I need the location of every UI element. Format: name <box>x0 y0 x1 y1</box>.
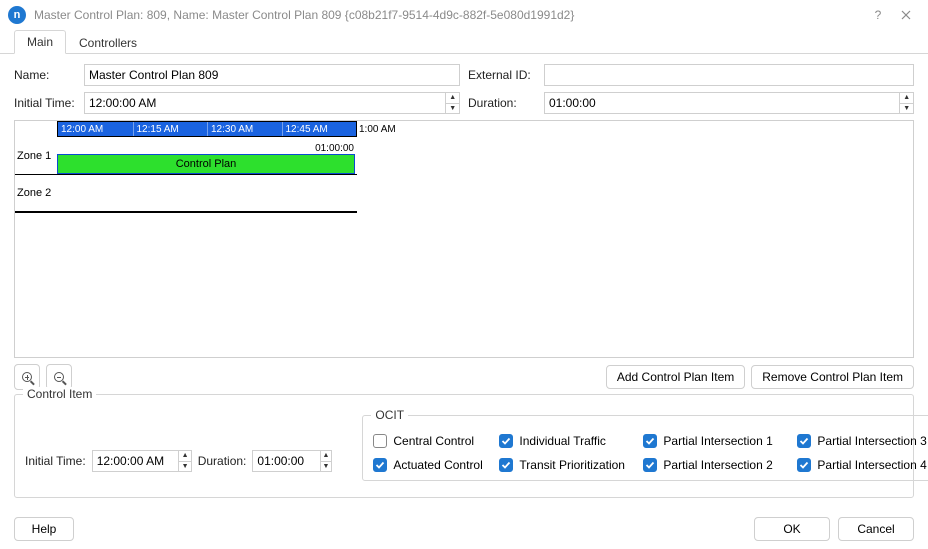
spinner-up-icon[interactable]: ▲ <box>179 451 190 462</box>
ocit-checkbox-label: Partial Intersection 2 <box>663 458 772 472</box>
ocit-checkbox-label: Partial Intersection 4 <box>817 458 926 472</box>
cancel-button[interactable]: Cancel <box>838 517 914 541</box>
control-item-legend: Control Item <box>23 387 96 401</box>
zone1-label: Zone 1 <box>15 137 57 174</box>
ocit-checkbox-label: Partial Intersection 3 <box>817 434 926 448</box>
initial-time-input[interactable] <box>85 93 445 113</box>
ocit-checkbox[interactable]: Partial Intersection 3 <box>797 434 928 448</box>
spinner-up-icon[interactable]: ▲ <box>900 93 913 104</box>
duration-input[interactable] <box>545 93 899 113</box>
checkbox-icon <box>373 458 387 472</box>
ocit-checkbox-label: Partial Intersection 1 <box>663 434 772 448</box>
tab-strip: Main Controllers <box>0 30 928 54</box>
checkbox-icon <box>373 434 387 448</box>
ocit-checkbox[interactable]: Partial Intersection 4 <box>797 458 928 472</box>
checkbox-icon <box>797 434 811 448</box>
close-icon[interactable] <box>892 5 920 25</box>
ocit-checkbox[interactable]: Actuated Control <box>373 458 495 472</box>
title-bar: n Master Control Plan: 809, Name: Master… <box>0 0 928 30</box>
ocit-checkbox[interactable]: Transit Prioritization <box>499 458 639 472</box>
spinner-up-icon[interactable]: ▲ <box>446 93 459 104</box>
add-control-plan-item-button[interactable]: Add Control Plan Item <box>606 365 745 389</box>
remove-control-plan-item-button[interactable]: Remove Control Plan Item <box>751 365 914 389</box>
checkbox-icon <box>797 458 811 472</box>
control-plan-block[interactable]: Control Plan <box>57 154 355 174</box>
ci-initial-time-input[interactable] <box>93 451 179 471</box>
tab-main[interactable]: Main <box>14 30 66 54</box>
ok-button[interactable]: OK <box>754 517 830 541</box>
ocit-checkbox-label: Actuated Control <box>393 458 482 472</box>
ci-initial-time-label: Initial Time: <box>25 454 86 468</box>
ci-duration-input[interactable] <box>253 451 319 471</box>
name-input[interactable] <box>84 64 460 86</box>
ci-duration-label: Duration: <box>198 454 247 468</box>
checkbox-icon <box>499 458 513 472</box>
timeline-tick: 12:00 AM <box>58 122 133 136</box>
ocit-legend: OCIT <box>371 408 408 422</box>
timeline-view[interactable]: 12:00 AM 12:15 AM 12:30 AM 12:45 AM 1:00… <box>14 120 914 358</box>
ocit-checkbox[interactable]: Central Control <box>373 434 495 448</box>
name-label: Name: <box>14 68 78 82</box>
duration-label: Duration: <box>468 96 538 110</box>
help-button[interactable]: Help <box>14 517 74 541</box>
control-item-fieldset: Control Item Initial Time: ▲▼ Duration: … <box>14 394 914 498</box>
tab-controllers[interactable]: Controllers <box>66 31 150 54</box>
checkbox-icon <box>643 434 657 448</box>
ocit-checkbox[interactable]: Partial Intersection 1 <box>643 434 793 448</box>
ci-initial-time-spinner[interactable]: ▲▼ <box>92 450 192 472</box>
help-icon[interactable]: ? <box>864 5 892 25</box>
spinner-up-icon[interactable]: ▲ <box>321 451 332 462</box>
ocit-checkbox-label: Central Control <box>393 434 474 448</box>
plan-block-time: 01:00:00 <box>315 143 354 154</box>
checkbox-icon <box>499 434 513 448</box>
timeline-tick: 12:15 AM <box>133 122 208 136</box>
app-icon: n <box>8 6 26 24</box>
ocit-fieldset: OCIT Central ControlIndividual TrafficPa… <box>362 415 928 481</box>
zone2-label: Zone 2 <box>15 175 57 211</box>
timeline-tick: 12:30 AM <box>207 122 282 136</box>
spinner-down-icon[interactable]: ▼ <box>179 462 190 472</box>
external-id-label: External ID: <box>468 68 538 82</box>
initial-time-label: Initial Time: <box>14 96 78 110</box>
checkbox-icon <box>643 458 657 472</box>
ocit-checkbox-label: Individual Traffic <box>519 434 606 448</box>
ocit-checkbox[interactable]: Partial Intersection 2 <box>643 458 793 472</box>
timeline-tick: 12:45 AM <box>282 122 357 136</box>
timeline-ruler: 12:00 AM 12:15 AM 12:30 AM 12:45 AM <box>57 121 357 137</box>
ci-duration-spinner[interactable]: ▲▼ <box>252 450 332 472</box>
spinner-down-icon[interactable]: ▼ <box>446 104 459 114</box>
ocit-checkbox[interactable]: Individual Traffic <box>499 434 639 448</box>
ocit-checkbox-label: Transit Prioritization <box>519 458 625 472</box>
duration-spinner[interactable]: ▲▼ <box>544 92 914 114</box>
spinner-down-icon[interactable]: ▼ <box>321 462 332 472</box>
window-title: Master Control Plan: 809, Name: Master C… <box>34 8 574 22</box>
spinner-down-icon[interactable]: ▼ <box>900 104 913 114</box>
external-id-input[interactable] <box>544 64 914 86</box>
timeline-end-label: 1:00 AM <box>357 121 396 137</box>
initial-time-spinner[interactable]: ▲▼ <box>84 92 460 114</box>
